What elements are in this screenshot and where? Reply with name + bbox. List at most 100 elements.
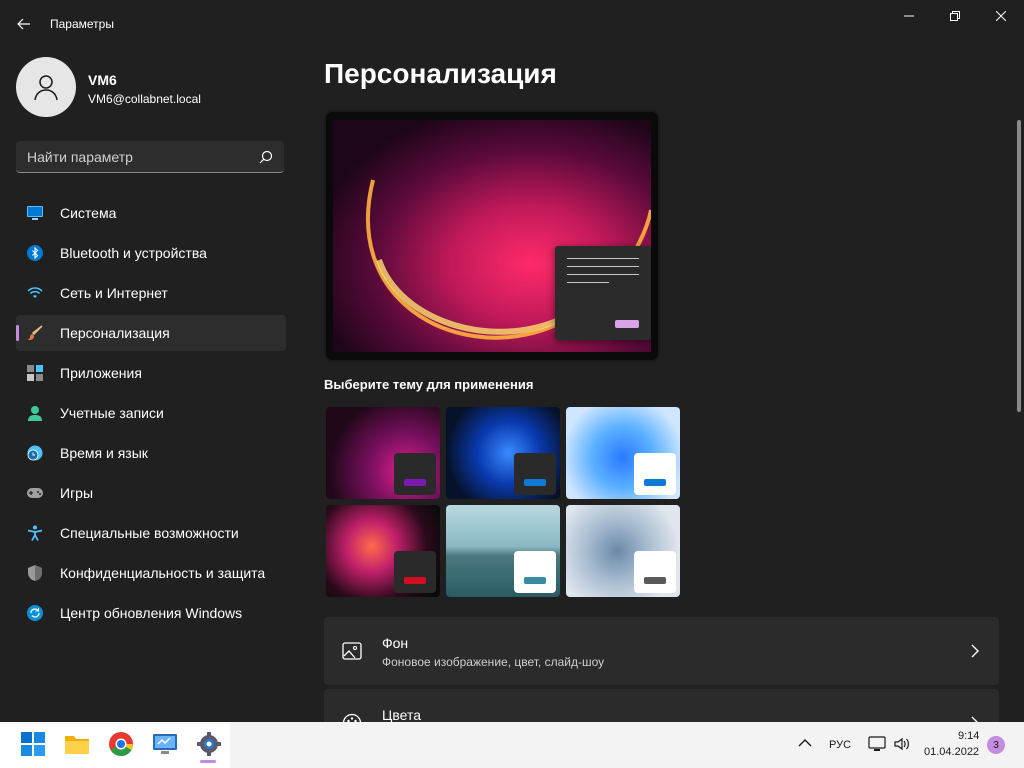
wifi-icon	[27, 287, 43, 298]
theme-accent-swatch	[524, 577, 546, 584]
network-icon[interactable]	[868, 736, 886, 752]
image-icon	[342, 642, 362, 660]
back-button[interactable]	[10, 12, 38, 36]
wallpaper-preview-image	[333, 120, 651, 352]
sidebar-item-gaming[interactable]: Игры	[16, 475, 286, 511]
theme-grid	[324, 405, 680, 597]
preview-button	[615, 320, 639, 328]
minimize-button[interactable]	[886, 4, 932, 28]
theme-accent-swatch	[404, 577, 426, 584]
card-title: Фон	[382, 635, 409, 651]
restore-icon	[950, 11, 960, 21]
brush-icon	[27, 325, 43, 340]
user-profile[interactable]: VM6 VM6@collabnet.local	[16, 57, 286, 117]
back-arrow-icon	[17, 18, 30, 30]
theme-tile-bloom-dark[interactable]	[446, 407, 560, 499]
preview-text-line	[567, 274, 639, 275]
title-bar: Параметры	[0, 0, 1024, 48]
minimize-icon	[904, 15, 914, 17]
chrome-icon[interactable]	[108, 731, 134, 757]
sidebar-item-label: Приложения	[60, 365, 142, 381]
page-title: Персонализация	[324, 58, 557, 89]
chevron-right-icon	[971, 644, 979, 658]
sidebar-item-system[interactable]: Система	[16, 195, 286, 231]
theme-tile-window	[634, 453, 676, 495]
chevron-up-icon[interactable]	[798, 738, 812, 748]
gamepad-icon	[27, 488, 43, 498]
file-explorer-icon[interactable]	[64, 731, 90, 757]
clock-date[interactable]: 01.04.2022	[924, 746, 979, 758]
sidebar-item-label: Сеть и Интернет	[60, 285, 168, 301]
sidebar-item-label: Время и язык	[60, 445, 148, 461]
chevron-right-icon	[971, 716, 978, 722]
active-app-indicator	[200, 760, 216, 763]
sidebar-item-label: Центр обновления Windows	[60, 605, 243, 621]
sidebar-item-label: Конфиденциальность и защита	[60, 565, 266, 581]
search-input[interactable]	[16, 141, 252, 172]
preview-text-line	[567, 282, 609, 283]
sidebar-item-privacy[interactable]: Конфиденциальность и защита	[16, 555, 286, 591]
sidebar-item-windows-update[interactable]: Центр обновления Windows	[16, 595, 286, 631]
sidebar-item-network[interactable]: Сеть и Интернет	[16, 275, 286, 311]
theme-accent-swatch	[404, 479, 426, 486]
preview-text-line	[567, 266, 639, 267]
accessibility-icon	[27, 525, 43, 541]
remote-desktop-icon[interactable]	[152, 731, 178, 757]
theme-tile-window	[634, 551, 676, 593]
sidebar-item-accounts[interactable]: Учетные записи	[16, 395, 286, 431]
theme-tile-window	[514, 551, 556, 593]
monitor-icon	[27, 206, 43, 220]
search-icon[interactable]	[258, 149, 274, 165]
card-subtitle: Фоновое изображение, цвет, слайд-шоу	[382, 655, 605, 669]
sidebar-item-label: Учетные записи	[60, 405, 164, 421]
theme-tile-captured-motion[interactable]	[326, 505, 440, 597]
language-indicator[interactable]: РУС	[829, 739, 851, 751]
close-icon	[996, 11, 1006, 21]
update-icon	[27, 605, 43, 621]
shield-icon	[28, 565, 42, 581]
start-icon[interactable]	[20, 731, 46, 757]
theme-preview	[324, 110, 660, 362]
theme-tile-window	[514, 453, 556, 495]
theme-accent-swatch	[644, 577, 666, 584]
settings-window: Параметры VM6 VM6@collabnet.local Систем…	[0, 0, 1024, 722]
person-icon	[28, 406, 42, 421]
theme-tile-bloom-light[interactable]	[566, 407, 680, 499]
scrollbar[interactable]	[1017, 120, 1021, 412]
theme-accent-swatch	[644, 479, 666, 486]
theme-tile-flow[interactable]	[566, 505, 680, 597]
notification-badge[interactable]: 3	[987, 736, 1005, 754]
palette-icon	[342, 713, 362, 722]
close-button[interactable]	[978, 4, 1024, 28]
search-box	[16, 141, 284, 173]
sidebar-item-label: Специальные возможности	[60, 525, 239, 541]
bluetooth-icon	[27, 245, 43, 261]
sidebar-item-personalization[interactable]: Персонализация	[16, 315, 286, 351]
volume-icon[interactable]	[893, 736, 911, 752]
globe-clock-icon	[27, 445, 43, 461]
clock-time[interactable]: 9:14	[958, 730, 979, 742]
theme-tile-window	[394, 551, 436, 593]
theme-accent-swatch	[524, 479, 546, 486]
sidebar-item-label: Персонализация	[60, 325, 170, 341]
sidebar-item-apps[interactable]: Приложения	[16, 355, 286, 391]
theme-tile-sunrise[interactable]	[446, 505, 560, 597]
background-setting-card[interactable]: Фон Фоновое изображение, цвет, слайд-шоу	[324, 617, 999, 685]
colors-setting-card[interactable]: Цвета	[324, 689, 999, 722]
sidebar-item-time-language[interactable]: Время и язык	[16, 435, 286, 471]
sidebar-item-label: Система	[60, 205, 117, 221]
card-title: Цвета	[382, 707, 421, 722]
sidebar-item-label: Игры	[60, 485, 94, 501]
user-name: VM6	[88, 72, 117, 88]
sidebar-nav: Система Bluetooth и устройства Сеть и Ин…	[16, 195, 286, 635]
app-title: Параметры	[50, 17, 114, 31]
preview-text-line	[567, 258, 639, 259]
settings-gear-icon[interactable]	[196, 731, 222, 757]
themes-label: Выберите тему для применения	[324, 377, 534, 392]
sidebar-item-accessibility[interactable]: Специальные возможности	[16, 515, 286, 551]
sidebar-item-bluetooth[interactable]: Bluetooth и устройства	[16, 235, 286, 271]
person-icon	[34, 75, 58, 101]
restore-button[interactable]	[932, 4, 978, 28]
theme-tile-glow[interactable]	[326, 407, 440, 499]
apps-icon	[27, 365, 43, 381]
